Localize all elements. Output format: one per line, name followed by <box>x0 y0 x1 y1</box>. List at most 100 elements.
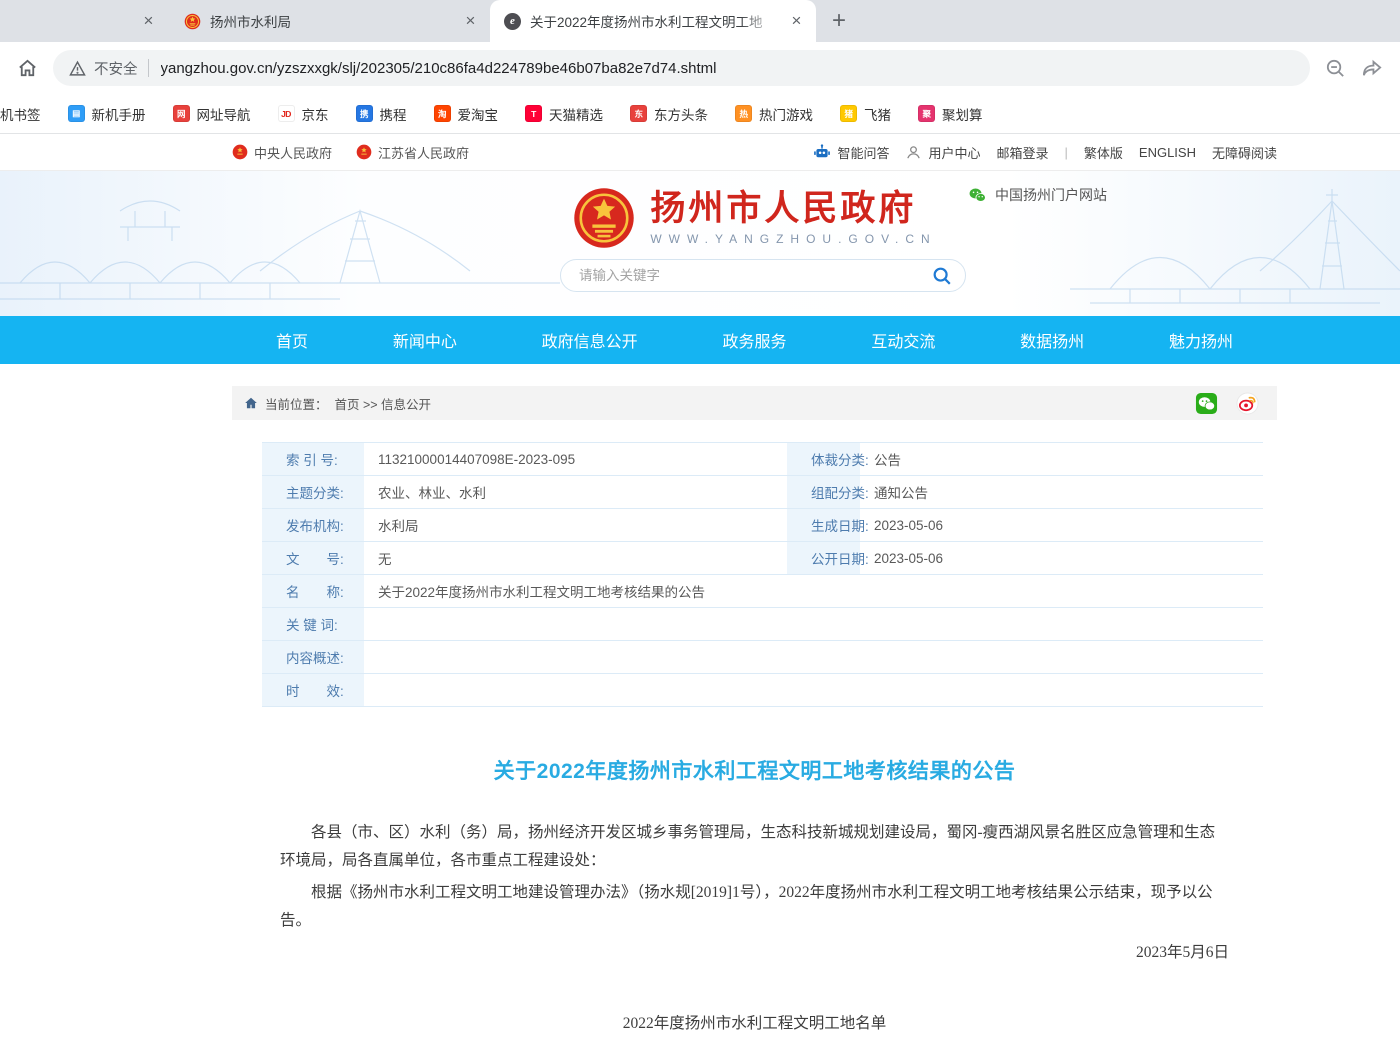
zoom-out-icon[interactable] <box>1324 57 1347 80</box>
cell-label: 生成日期: <box>785 509 862 541</box>
cell-value: 通知公告 <box>862 476 1263 508</box>
document-info-table: 索 引 号: 11321000014407098E-2023-095 体裁分类:… <box>262 442 1263 707</box>
traditional-version-link[interactable]: 繁体版 <box>1084 143 1123 162</box>
bookmark-favicon: 猪 <box>840 105 857 122</box>
bookmark-aitaobao[interactable]: 淘 爱淘宝 <box>434 104 499 124</box>
main-navigation: 首页 新闻中心 政府信息公开 政务服务 互动交流 数据扬州 魅力扬州 <box>0 316 1400 364</box>
bookmark-ctrip[interactable]: 携 携程 <box>356 104 407 124</box>
table-row: 关 键 词: <box>262 608 1263 641</box>
english-version-link[interactable]: ENGLISH <box>1139 145 1196 160</box>
nav-home[interactable]: 首页 <box>276 328 308 352</box>
cell-value: 2023-05-06 <box>862 542 1263 574</box>
cell-label: 组配分类: <box>785 476 862 508</box>
home-icon[interactable] <box>16 57 39 80</box>
url-divider <box>148 59 149 77</box>
breadcrumb-path[interactable]: 首页 >> 信息公开 <box>335 394 432 413</box>
tab-close-icon[interactable]: × <box>461 12 480 31</box>
nav-info-disclosure[interactable]: 政府信息公开 <box>542 328 638 352</box>
tab-title: 关于2022年度扬州市水利工程文明工地 <box>530 11 778 31</box>
bookmark-favicon: ▤ <box>68 105 85 122</box>
site-logo[interactable]: 扬州市人民政府 WWW.YANGZHOU.GOV.CN <box>55 187 1400 249</box>
article-body: 各县（市、区）水利（务）局，扬州经济开发区城乡事务管理局，生态科技新城规划建设局… <box>232 819 1277 1038</box>
address-bar[interactable]: 不安全 yangzhou.gov.cn/yzszxxgk/slj/202305/… <box>53 50 1310 86</box>
bookmark-favicon: 热 <box>735 105 752 122</box>
bookmark-label: 东方头条 <box>654 104 708 124</box>
national-emblem-icon <box>573 187 635 249</box>
tab-water-bureau[interactable]: 扬州市水利局 × <box>170 0 490 42</box>
bookmark-label: 热门游戏 <box>759 104 813 124</box>
tab-announcement-active[interactable]: e 关于2022年度扬州市水利工程文明工地 × <box>490 0 816 42</box>
robot-icon <box>813 143 831 161</box>
wechat-icon <box>968 186 987 205</box>
tab-title: 扬州市水利局 <box>210 11 452 31</box>
nav-charm[interactable]: 魅力扬州 <box>1169 328 1233 352</box>
bookmark-label: 携程 <box>380 104 407 124</box>
cell-label: 关 键 词: <box>262 608 366 640</box>
breadcrumb: 当前位置： 首页 >> 信息公开 <box>232 386 1277 420</box>
gov-emblem-icon <box>356 144 372 160</box>
nav-news[interactable]: 新闻中心 <box>393 328 457 352</box>
search-icon[interactable] <box>931 265 953 287</box>
bookmark-label: 京东 <box>302 104 329 124</box>
nav-interaction[interactable]: 互动交流 <box>871 328 935 352</box>
table-row: 文 号: 无 公开日期: 2023-05-06 <box>262 542 1263 575</box>
tab-close-icon[interactable]: × <box>787 12 806 31</box>
link-label: 智能问答 <box>837 143 889 162</box>
divider: | <box>1065 145 1068 160</box>
bookmark-favicon: 携 <box>356 105 373 122</box>
site-search[interactable] <box>560 259 966 292</box>
weibo-share-icon[interactable] <box>1236 392 1259 415</box>
bookmark-juhuasuan[interactable]: 聚 聚划算 <box>918 104 983 124</box>
home-icon <box>244 396 258 410</box>
tab-close-icon[interactable]: × <box>139 12 158 31</box>
portal-label: 中国扬州门户网站 <box>995 185 1107 205</box>
link-central-government[interactable]: 中央人民政府 <box>232 143 332 162</box>
link-jiangsu-government[interactable]: 江苏省人民政府 <box>356 143 469 162</box>
bookmark-label: 爱淘宝 <box>458 104 499 124</box>
page-content: 当前位置： 首页 >> 信息公开 索 引 号: 1132100001440709… <box>232 386 1277 1038</box>
cell-value: 公告 <box>862 443 1263 475</box>
portal-badge[interactable]: 中国扬州门户网站 <box>968 185 1107 205</box>
site-favicon: e <box>504 13 521 30</box>
new-tab-button[interactable]: + <box>832 7 846 35</box>
bookmark-favicon: JD <box>278 105 295 122</box>
site-url-text: WWW.YANGZHOU.GOV.CN <box>650 232 936 246</box>
bookmark-games[interactable]: 热 热门游戏 <box>735 104 813 124</box>
bookmark-tmall[interactable]: T 天猫精选 <box>525 104 603 124</box>
tab-partial[interactable]: × <box>0 0 170 42</box>
wechat-share-icon[interactable] <box>1195 392 1218 415</box>
link-label: 中央人民政府 <box>254 143 332 162</box>
bookmark-manual[interactable]: ▤ 新机手册 <box>68 104 146 124</box>
cell-value: 关于2022年度扬州市水利工程文明工地考核结果的公告 <box>366 575 1263 607</box>
cell-value <box>366 641 1263 673</box>
user-center-link[interactable]: 用户中心 <box>905 143 980 162</box>
smart-qa-link[interactable]: 智能问答 <box>813 143 889 162</box>
cell-value: 无 <box>366 542 785 574</box>
article-date: 2023年5月6日 <box>280 939 1229 967</box>
cell-label: 主题分类: <box>262 476 366 508</box>
cell-value: 11321000014407098E-2023-095 <box>366 443 785 475</box>
bookmark-dongfang[interactable]: 东 东方头条 <box>630 104 708 124</box>
cell-value: 2023-05-06 <box>862 509 1263 541</box>
bookmark-favicon: 聚 <box>918 105 935 122</box>
bookmark-fliggy[interactable]: 猪 飞猪 <box>840 104 891 124</box>
nav-data[interactable]: 数据扬州 <box>1020 328 1084 352</box>
cell-label: 索 引 号: <box>262 443 366 475</box>
search-input[interactable] <box>577 267 931 284</box>
url-text[interactable]: yangzhou.gov.cn/yzszxxgk/slj/202305/210c… <box>161 60 717 77</box>
table-row: 内容概述: <box>262 641 1263 674</box>
table-row: 时 效: <box>262 674 1263 707</box>
accessibility-link[interactable]: 无障碍阅读 <box>1212 143 1277 162</box>
list-heading: 2022年度扬州市水利工程文明工地名单 <box>280 1010 1229 1038</box>
cell-value <box>366 608 1263 640</box>
cell-label: 文 号: <box>262 542 366 574</box>
cell-label: 时 效: <box>262 674 366 706</box>
bookmark-nav-site[interactable]: 网 网址导航 <box>173 104 251 124</box>
bookmark-mobile-bookmarks[interactable]: 机书签 <box>0 104 41 124</box>
user-icon <box>905 144 922 161</box>
mail-login-link[interactable]: 邮箱登录 <box>996 143 1048 162</box>
bookmark-jd[interactable]: JD 京东 <box>278 104 329 124</box>
bookmark-label: 天猫精选 <box>549 104 603 124</box>
share-icon[interactable] <box>1361 57 1384 80</box>
nav-services[interactable]: 政务服务 <box>722 328 786 352</box>
